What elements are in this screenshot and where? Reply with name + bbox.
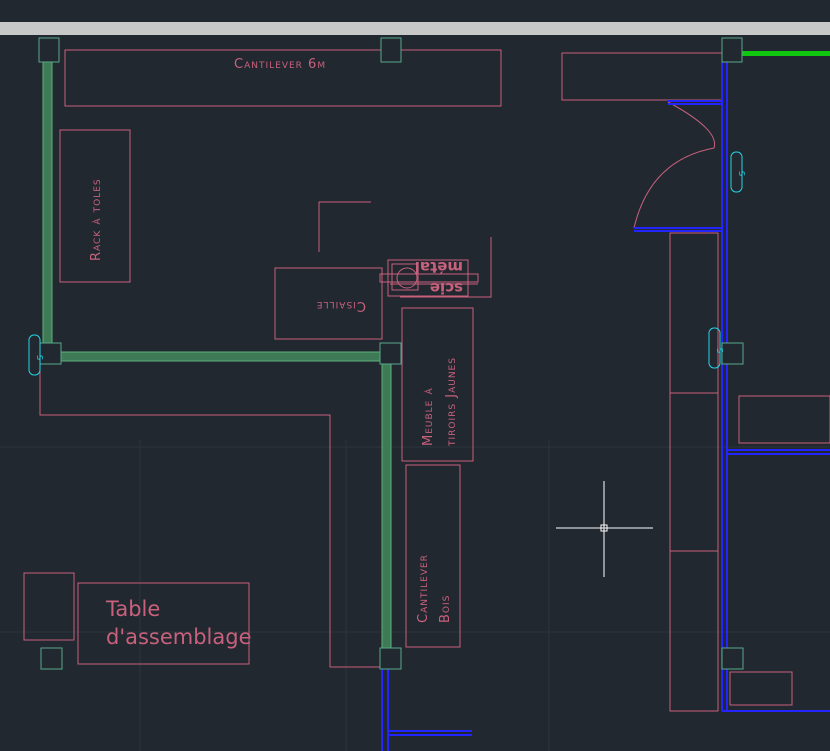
column [40,647,63,670]
column [721,37,743,63]
cisaille-label: Cisaille [316,298,366,313]
top-right-cabinet-outline[interactable] [561,52,723,101]
column [379,342,402,365]
table-assemblage-label-line2: d'assemblage [106,625,252,649]
scie-metal-label-line1: scie [430,279,463,297]
cad-drawing-canvas[interactable]: S S S Cantilever 6m Rack à toles Cisaill… [0,0,830,751]
right-room-box-1[interactable] [738,395,830,444]
table-assemblage-outline[interactable] [77,582,250,665]
column [38,37,60,63]
table-assemblage-label-line1: Table [105,597,160,621]
switch-label: S [737,171,746,176]
column [380,37,402,63]
meuble-tiroirs-outline[interactable] [401,307,474,462]
scie-bracket [318,201,371,252]
right-cabinet-2[interactable] [669,392,719,552]
column [379,647,402,670]
cantilever-bois-label-line1: Cantilever [416,554,431,623]
green-walls [42,49,392,660]
top-ruler-bar [0,22,830,35]
door-swing-arc [633,101,716,229]
meuble-label-line1: Meuble à [421,387,436,446]
column [39,342,62,365]
grid-lines [0,440,830,751]
green-line-top-right [742,51,830,56]
switch-label: S [715,348,724,353]
small-table-outline[interactable] [23,572,75,641]
floor-outline [39,350,383,668]
column [721,342,744,365]
cantilever-bois-label-line2: Bois [438,595,453,623]
cantilever-6m-label: Cantilever 6m [234,57,326,72]
switch-label: S [35,355,44,360]
right-room-box-2[interactable] [729,671,793,706]
crosshair-cursor [556,481,653,577]
right-cabinet-3[interactable] [669,550,719,712]
column [721,647,744,670]
rack-toles-label: Rack à toles [89,178,104,261]
right-cabinet-1[interactable] [669,232,719,394]
scie-metal-label-line2: métal [415,258,463,276]
switch-markers [28,151,743,376]
meuble-label-line2: tiroirs Jaunes [444,357,459,447]
